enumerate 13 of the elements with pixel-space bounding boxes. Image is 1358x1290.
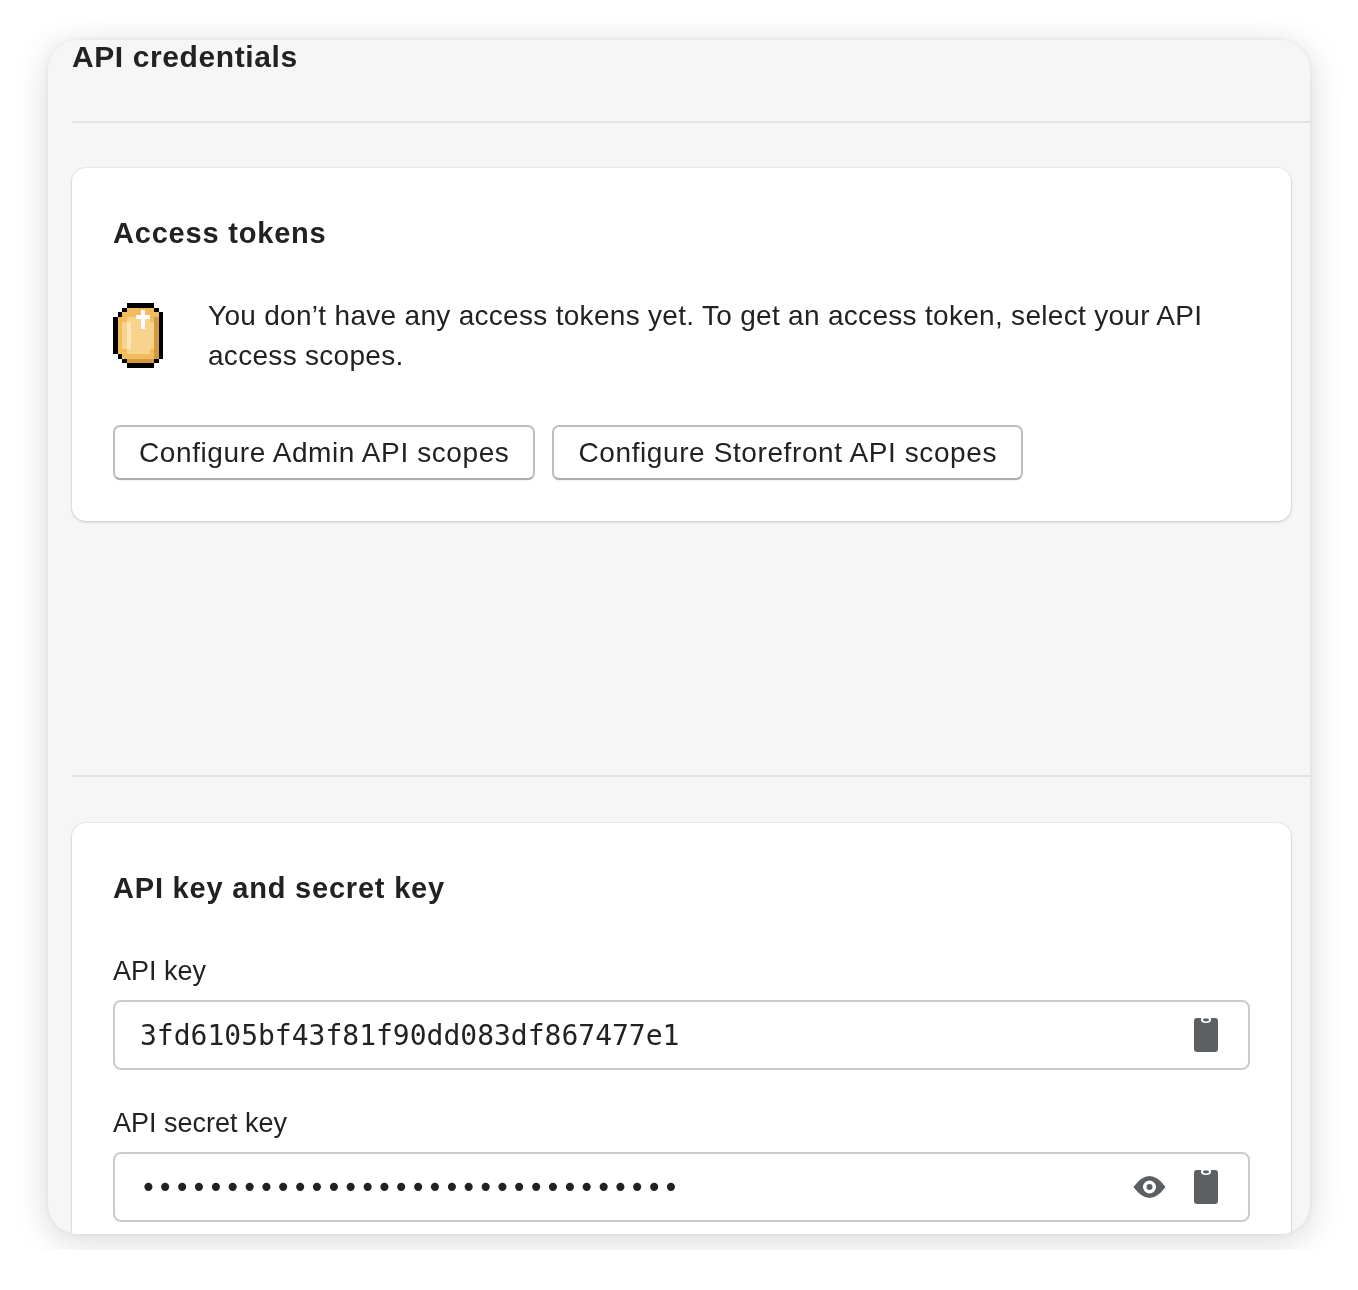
card-heading: Access tokens: [113, 216, 328, 250]
card-heading: API key and secret key: [113, 871, 446, 905]
field-label: API key: [113, 955, 208, 987]
eye-icon[interactable]: [1133, 1176, 1166, 1198]
key-field[interactable]: 3fd6105bf43f81f90dd083df867477e1: [113, 1000, 1250, 1070]
key-field[interactable]: ••••••••••••••••••••••••••••••••: [113, 1152, 1250, 1222]
empty-state-message: You don’t have any access tokens yet. To get an access token, select your API access scopes.: [208, 299, 1204, 373]
configure-scopes-button[interactable]: Configure Admin API scopes: [113, 425, 536, 480]
page-title: API credentials: [72, 40, 298, 74]
clipboard-icon[interactable]: [1194, 1170, 1218, 1204]
clipboard-icon[interactable]: [1194, 1018, 1218, 1052]
configure-scopes-button[interactable]: Configure Storefront API scopes: [552, 425, 1024, 480]
field-label: API secret key: [113, 1107, 289, 1139]
